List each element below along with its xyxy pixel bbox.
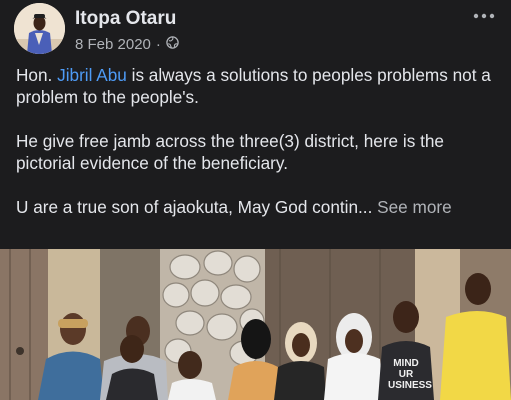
globe-icon	[166, 36, 179, 53]
svg-text:UR: UR	[399, 369, 414, 380]
avatar[interactable]	[14, 3, 65, 54]
author-name[interactable]: Itopa Otaru	[75, 8, 176, 30]
post-paragraph: Hon. Jibril Abu is always a solutions to…	[16, 64, 500, 108]
avatar-image	[14, 3, 65, 54]
meta-separator: ·	[155, 36, 161, 53]
svg-text:MIND: MIND	[393, 358, 419, 369]
truncated-text: U are a true son of ajaokuta, May God co…	[16, 197, 373, 217]
post-photo[interactable]: MIND UR USINESS	[0, 249, 511, 400]
see-more-link[interactable]: See more	[377, 197, 452, 217]
post-text-prefix: Hon.	[16, 65, 58, 85]
post-paragraph-truncated: U are a true son of ajaokuta, May God co…	[16, 196, 500, 218]
post-paragraph: He give free jamb across the three(3) di…	[16, 131, 444, 173]
mention-link[interactable]: Jibril Abu	[57, 65, 127, 85]
group-photo: MIND UR USINESS	[0, 249, 511, 400]
post-meta: 8 Feb 2020 ·	[75, 36, 179, 53]
post-header: Itopa Otaru 8 Feb 2020 ·	[0, 0, 511, 58]
svg-text:USINESS: USINESS	[388, 380, 432, 391]
more-options-icon[interactable]	[471, 8, 497, 24]
post-date[interactable]: 8 Feb 2020	[75, 36, 151, 53]
post-body: Hon. Jibril Abu is always a solutions to…	[16, 64, 500, 218]
